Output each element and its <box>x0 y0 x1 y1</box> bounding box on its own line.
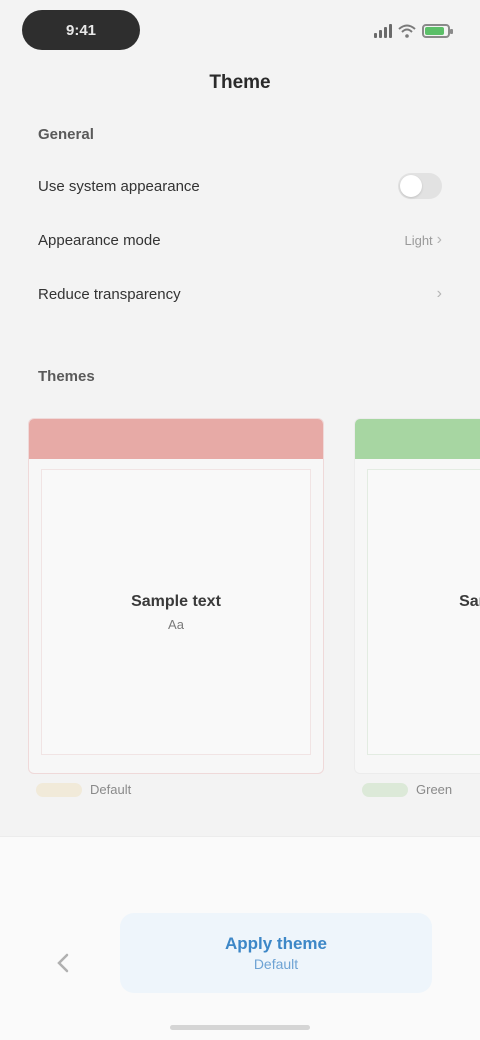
theme-card-default[interactable]: Sample text Aa <box>28 418 324 774</box>
theme-swatch <box>36 782 82 797</box>
theme-swatch <box>362 782 408 797</box>
theme-preview-sub: Aa <box>168 616 184 632</box>
chevron-right-icon: › <box>436 231 442 248</box>
battery-fill <box>425 27 444 35</box>
setting-value: › <box>437 285 442 303</box>
apply-theme-label: Apply theme <box>224 933 328 953</box>
theme-name: Default <box>90 782 132 797</box>
theme-card-green[interactable]: Sample text Aa <box>354 418 480 774</box>
theme-card-header <box>29 419 323 459</box>
system-appearance-toggle[interactable] <box>398 173 442 199</box>
status-bar: 9:41 <box>0 0 480 64</box>
home-indicator <box>170 1025 310 1030</box>
theme-card-preview: Sample text Aa <box>41 469 311 755</box>
theme-card-preview: Sample text Aa <box>367 469 480 755</box>
section-label-general: General <box>38 126 94 143</box>
setting-label: Use system appearance <box>38 177 200 195</box>
page-title: Theme <box>209 72 271 93</box>
status-icons <box>374 20 453 42</box>
setting-row-appearance-mode[interactable]: Appearance mode Light › <box>22 214 458 266</box>
setting-row-system-appearance[interactable]: Use system appearance <box>22 160 458 212</box>
theme-card-header <box>355 419 480 459</box>
theme-caption-default: Default <box>36 782 131 797</box>
appearance-mode-value: Light <box>404 232 433 248</box>
section-label-themes: Themes <box>38 368 95 385</box>
setting-label: Appearance mode <box>38 231 161 249</box>
setting-label: Reduce transparency <box>38 285 181 303</box>
apply-theme-sub: Default <box>253 955 299 972</box>
wifi-icon <box>398 24 416 38</box>
status-time: 9:41 <box>22 10 140 50</box>
theme-caption-green: Green <box>362 782 452 797</box>
battery-icon <box>422 24 453 38</box>
theme-preview-title: Sample text <box>459 592 480 610</box>
screen: 9:41 Theme General Use system appearance… <box>0 0 480 1040</box>
theme-preview-title: Sample text <box>131 592 221 610</box>
setting-row-reduce-transparency[interactable]: Reduce transparency › <box>22 268 458 320</box>
theme-name: Green <box>416 782 453 797</box>
back-button[interactable] <box>40 939 88 987</box>
bottom-action-bar: Apply theme Default <box>0 836 480 1040</box>
chevron-left-icon <box>57 953 69 973</box>
chevron-right-icon: › <box>436 285 442 302</box>
signal-icon <box>374 24 392 38</box>
apply-theme-button[interactable]: Apply theme Default <box>120 913 432 993</box>
setting-value: Light › <box>404 231 442 249</box>
